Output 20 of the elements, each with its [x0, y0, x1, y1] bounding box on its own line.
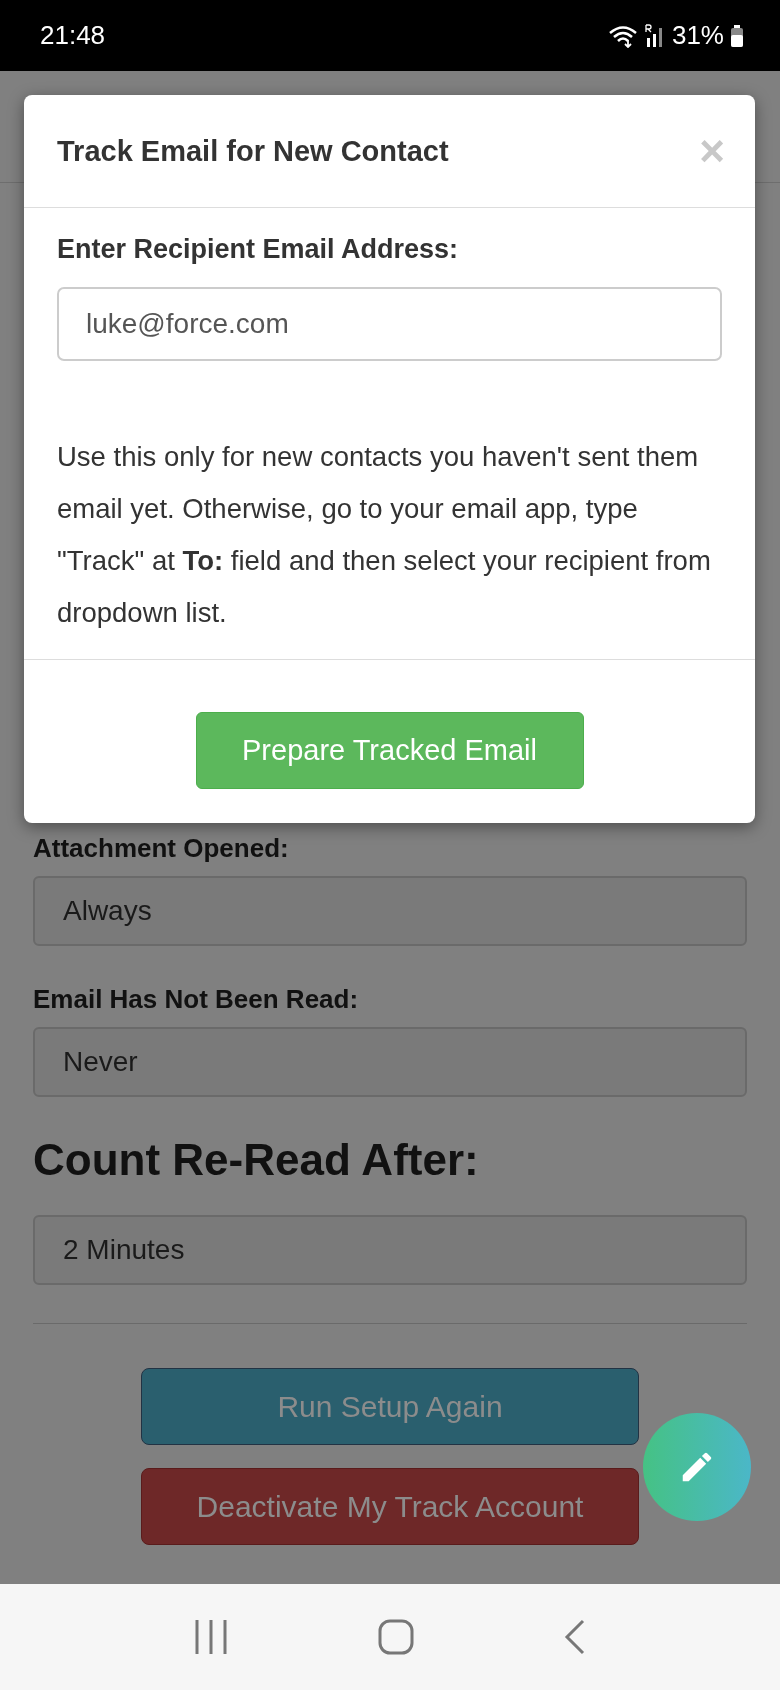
field-label: Email Has Not Been Read: [33, 984, 360, 1015]
setup-button[interactable]: Run Setup Again [141, 1368, 639, 1445]
battery-icon [730, 24, 744, 47]
deactivate-button[interactable]: Deactivate My Track Account [141, 1468, 639, 1545]
email-field[interactable]: luke@force.com [57, 287, 722, 361]
clock-time: 21:48 [40, 20, 106, 51]
recents-icon[interactable] [194, 1619, 228, 1655]
battery-percent: 31% [671, 20, 724, 51]
select-field[interactable]: Never [33, 1027, 747, 1097]
section-heading: Count Re-Read After: [33, 1135, 480, 1185]
select-field[interactable]: Always [33, 876, 747, 946]
field-label: Attachment Opened: [33, 833, 290, 864]
modal-title: Track Email for New Contact [57, 134, 449, 168]
field-label: Enter Recipient Email Address: [57, 234, 460, 265]
back-icon[interactable] [564, 1619, 586, 1655]
wifi-icon [607, 23, 638, 48]
select-field[interactable]: 2 Minutes [33, 1215, 747, 1285]
home-icon[interactable] [378, 1619, 414, 1655]
instructions-text: Use this only for new contacts you haven't sent them email yet. Otherwise, go to your email app, type "Track" at To: field and then select your recipient from dropdown list. [57, 440, 712, 630]
prepare-button[interactable]: Prepare Tracked Email [195, 712, 584, 789]
